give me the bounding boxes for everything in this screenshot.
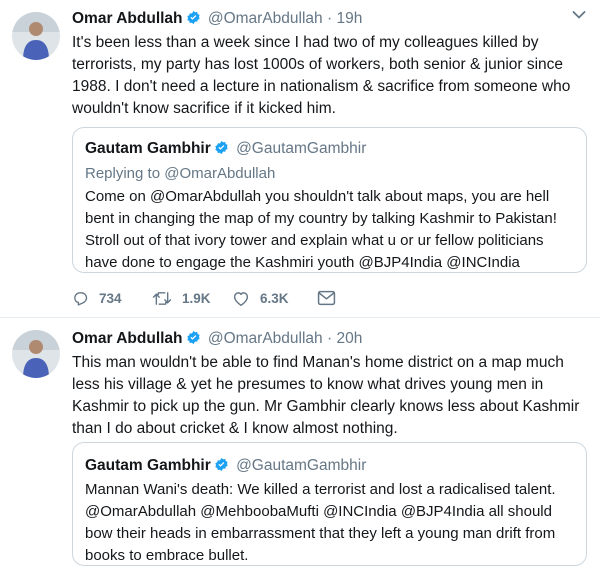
verified-badge-icon: [215, 457, 228, 472]
replying-to-label: Replying to: [85, 165, 165, 182]
quoted-author-handle: @GautamGambhir: [236, 140, 367, 157]
timestamp[interactable]: 19h: [336, 10, 362, 27]
quoted-tweet-header: Gautam Gambhir @GautamGambhir: [85, 138, 366, 160]
replying-to: Replying to @OmarAbdullah: [85, 164, 275, 184]
envelope-icon: [317, 290, 336, 306]
verified-badge-icon: [186, 330, 200, 345]
quoted-author-name: Gautam Gambhir: [85, 457, 211, 474]
verified-badge-icon: [186, 10, 200, 25]
separator: ·: [326, 10, 333, 27]
avatar[interactable]: [12, 12, 60, 60]
heart-icon: [233, 291, 249, 306]
avatar[interactable]: [12, 330, 60, 378]
avatar-photo-icon: [12, 330, 60, 378]
avatar-photo-icon: [12, 12, 60, 60]
direct-message-button[interactable]: [317, 288, 346, 308]
verified-badge-icon: [215, 140, 228, 155]
tweet-header: Omar Abdullah @OmarAbdullah · 19h: [72, 8, 362, 30]
author-name[interactable]: Omar Abdullah: [72, 10, 183, 27]
like-count: 6.3K: [260, 290, 289, 306]
tweet-text: This man wouldn't be able to find Manan'…: [72, 354, 580, 437]
author-handle[interactable]: @OmarAbdullah: [208, 10, 323, 27]
reply-button[interactable]: 734: [72, 288, 122, 308]
like-button[interactable]: 6.3K: [232, 288, 289, 308]
reply-icon: [74, 291, 88, 306]
replying-to-handle[interactable]: @OmarAbdullah: [164, 165, 275, 182]
quoted-tweet-text: Come on @OmarAbdullah you shouldn't talk…: [85, 188, 557, 271]
quoted-author-name: Gautam Gambhir: [85, 140, 211, 157]
quoted-tweet[interactable]: Gautam Gambhir @GautamGambhir Replying t…: [72, 127, 587, 273]
retweet-button[interactable]: 1.9K: [152, 288, 211, 308]
quoted-tweet-header: Gautam Gambhir @GautamGambhir: [85, 455, 366, 477]
timestamp[interactable]: 20h: [336, 330, 362, 347]
tweet[interactable]: Omar Abdullah @OmarAbdullah · 20h This m…: [0, 318, 600, 568]
separator: ·: [326, 330, 333, 347]
quoted-author-handle: @GautamGambhir: [236, 457, 367, 474]
quoted-tweet-text: Mannan Wani's death: We killed a terrori…: [85, 481, 556, 564]
tweet-text: It's been less than a week since I had t…: [72, 34, 571, 117]
retweet-count: 1.9K: [182, 290, 211, 306]
retweet-icon: [152, 291, 172, 305]
tweet-header: Omar Abdullah @OmarAbdullah · 20h: [72, 328, 362, 350]
author-name[interactable]: Omar Abdullah: [72, 330, 183, 347]
reply-count: 734: [99, 290, 122, 306]
author-handle[interactable]: @OmarAbdullah: [208, 330, 323, 347]
chevron-down-icon[interactable]: [572, 10, 586, 20]
tweet[interactable]: Omar Abdullah @OmarAbdullah · 19h It's b…: [0, 0, 600, 318]
quoted-tweet[interactable]: Gautam Gambhir @GautamGambhir Mannan Wan…: [72, 442, 587, 566]
